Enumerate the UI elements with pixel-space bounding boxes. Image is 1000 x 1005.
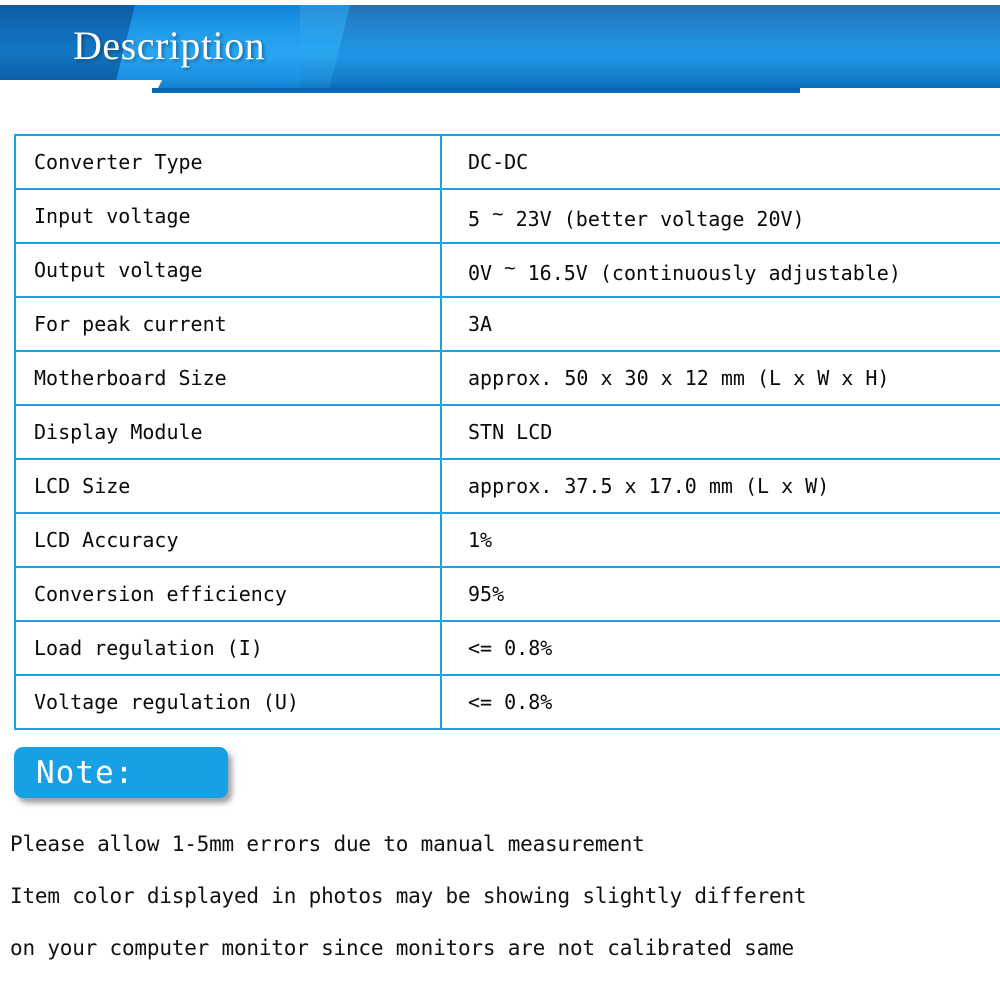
spec-value: 5 ~ 23V (better voltage 20V) xyxy=(440,188,1000,244)
spec-value-post: 16.5V (continuously adjustable) xyxy=(515,260,901,285)
spec-key: Load regulation (I) xyxy=(14,620,442,676)
spec-key: For peak current xyxy=(14,296,442,352)
note-line: Please allow 1-5mm errors due to manual … xyxy=(10,832,645,856)
spec-value-pre: 95% xyxy=(468,582,505,606)
specifications-table-body: Converter Type DC-DC Input voltage 5 ~ 2… xyxy=(14,134,1000,730)
spec-value: approx. 50 x 30 x 12 mm (L x W x H) xyxy=(440,350,1000,406)
page-header-banner: Description xyxy=(0,0,1000,100)
table-row: Motherboard Size approx. 50 x 30 x 12 mm… xyxy=(14,350,1000,406)
spec-value: 95% xyxy=(440,566,1000,622)
spec-value-pre: <= 0.8% xyxy=(468,690,553,714)
table-row: LCD Accuracy 1% xyxy=(14,512,1000,568)
spec-value-pre: approx. 37.5 x 17.0 mm (L x W) xyxy=(468,474,830,498)
table-row: For peak current 3A xyxy=(14,296,1000,352)
table-row: Voltage regulation (U) <= 0.8% xyxy=(14,674,1000,730)
spec-value-pre: <= 0.8% xyxy=(468,636,553,660)
spec-key: Motherboard Size xyxy=(14,350,442,406)
table-row: Display Module STN LCD xyxy=(14,404,1000,460)
spec-value-pre: 1% xyxy=(468,528,493,552)
spec-value: <= 0.8% xyxy=(440,620,1000,676)
spec-key: Output voltage xyxy=(14,242,442,298)
table-row: Input voltage 5 ~ 23V (better voltage 20… xyxy=(14,188,1000,244)
tilde-glyph: ~ xyxy=(492,202,504,225)
spec-key: LCD Accuracy xyxy=(14,512,442,568)
note-line: Item color displayed in photos may be sh… xyxy=(10,884,807,908)
spec-value-pre: STN LCD xyxy=(468,420,553,444)
spec-value-pre: 0V xyxy=(468,260,505,285)
spec-value: 1% xyxy=(440,512,1000,568)
spec-key: Display Module xyxy=(14,404,442,460)
tilde-glyph: ~ xyxy=(504,256,516,279)
spec-value: STN LCD xyxy=(440,404,1000,460)
note-badge-label: Note: xyxy=(36,755,135,791)
spec-value: DC-DC xyxy=(440,134,1000,190)
note-badge: Note: xyxy=(14,747,228,798)
note-body: Please allow 1-5mm errors due to manual … xyxy=(10,818,995,974)
table-row: Load regulation (I) <= 0.8% xyxy=(14,620,1000,676)
spec-key: LCD Size xyxy=(14,458,442,514)
spec-key: Converter Type xyxy=(14,134,442,190)
table-row: Output voltage 0V ~ 16.5V (continuously … xyxy=(14,242,1000,298)
spec-key: Input voltage xyxy=(14,188,442,244)
banner-sheen-overlay xyxy=(300,5,1000,93)
spec-value-post: 23V (better voltage 20V) xyxy=(503,206,805,231)
spec-value: 0V ~ 16.5V (continuously adjustable) xyxy=(440,242,1000,298)
spec-value-pre: DC-DC xyxy=(468,150,529,174)
note-line: on your computer monitor since monitors … xyxy=(10,936,794,960)
spec-value-pre: 3A xyxy=(468,312,493,336)
spec-value-pre: approx. 50 x 30 x 12 mm (L x W x H) xyxy=(468,366,890,390)
spec-value: 3A xyxy=(440,296,1000,352)
table-row: LCD Size approx. 37.5 x 17.0 mm (L x W) xyxy=(14,458,1000,514)
page-title: Description xyxy=(73,23,266,68)
banner-bottom-separator xyxy=(0,96,1000,100)
spec-value: <= 0.8% xyxy=(440,674,1000,730)
table-row: Conversion efficiency 95% xyxy=(14,566,1000,622)
table-row: Converter Type DC-DC xyxy=(14,134,1000,190)
spec-value: approx. 37.5 x 17.0 mm (L x W) xyxy=(440,458,1000,514)
spec-value-pre: 5 xyxy=(468,206,493,231)
spec-key: Conversion efficiency xyxy=(14,566,442,622)
specifications-table: Converter Type DC-DC Input voltage 5 ~ 2… xyxy=(14,134,1000,730)
spec-key: Voltage regulation (U) xyxy=(14,674,442,730)
banner-underline-cap xyxy=(800,88,1000,93)
